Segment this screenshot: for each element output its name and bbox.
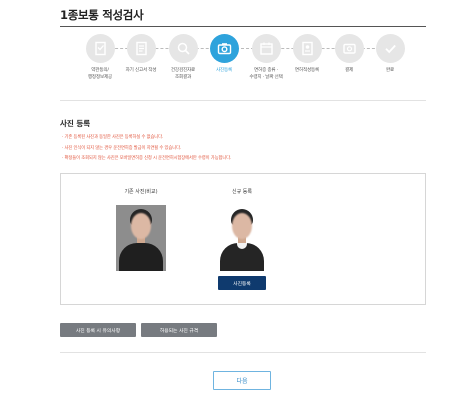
search-document-icon: [168, 34, 198, 63]
payment-icon: [334, 34, 364, 63]
notice-list: · 기존 등록된 사진과 동일한 사진은 등록하실 수 없습니다. · 사진 인…: [62, 133, 231, 165]
register-photo-button[interactable]: 사진등록: [218, 276, 266, 290]
step-label: 완료: [385, 68, 395, 73]
title-divider: [60, 26, 426, 27]
form-icon: [126, 34, 156, 63]
notice-item: · 기존 등록된 사진과 동일한 사진은 등록하실 수 없습니다.: [62, 135, 164, 140]
page-title: 1종보통 적성검사: [60, 8, 144, 22]
notice-item: · 확정들이 조회되지 않는 사진은 모바일면허증 신청 시 운전면허시험장에서…: [62, 156, 232, 161]
license-icon: [292, 34, 322, 63]
existing-photo-label: 기존 사진(비교): [124, 189, 158, 195]
new-photo-column: 신규 등록: [202, 188, 282, 271]
progress-steps: 약관동의/ 행정정보제공 자기 신고서 작성 건강검진자료 조회결과 사진등록 …: [60, 30, 426, 92]
notice-item: · 사진 인식이 되지 않는 경우 운전면허증 발급이 지연될 수 있습니다.: [62, 145, 182, 151]
bottom-divider: [60, 352, 426, 353]
existing-photo: [116, 205, 166, 271]
new-photo-label: 신규 등록: [232, 189, 252, 195]
calendar-icon: [251, 34, 281, 63]
document-check-icon: [85, 34, 115, 63]
section-title: 사진 등록: [60, 119, 91, 128]
step-complete: 완료: [362, 34, 418, 75]
existing-photo-column: 기존 사진(비교): [101, 188, 181, 271]
next-button[interactable]: 다음: [213, 371, 271, 390]
allowed-photo-specs-button[interactable]: 허용되는 사진 규격: [141, 323, 217, 337]
checkmark-icon: [375, 34, 405, 63]
camera-icon: [209, 34, 239, 63]
new-photo: [217, 205, 267, 271]
section-divider: [60, 100, 426, 101]
photo-precautions-button[interactable]: 사진 등록 시 유의사항: [60, 323, 136, 337]
